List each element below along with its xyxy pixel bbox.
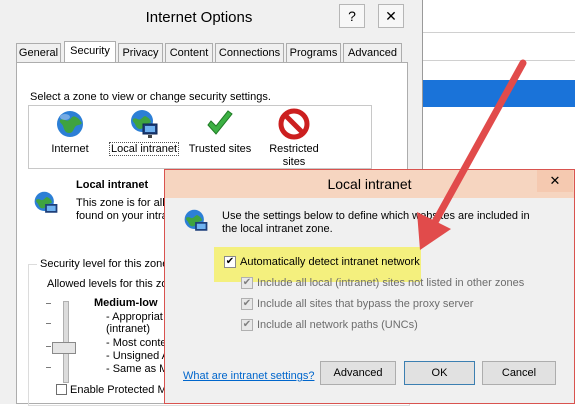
annotation-arrow [417,59,527,250]
